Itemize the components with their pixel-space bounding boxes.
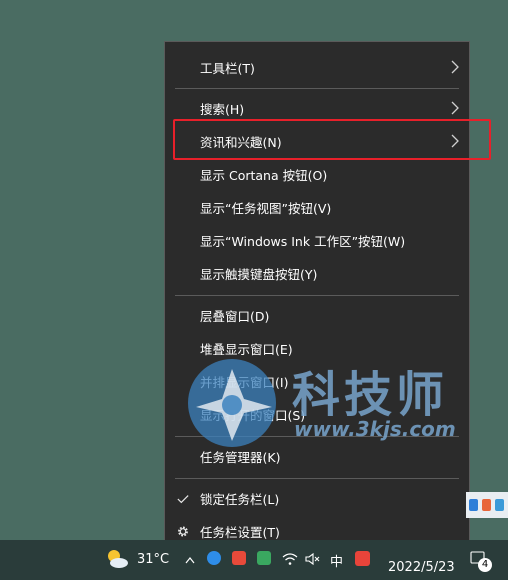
clock-date[interactable]: 2022/5/23 — [388, 560, 455, 575]
menu-item-label: 堆叠显示窗口(E) — [200, 342, 293, 357]
menu-item-cascade-windows[interactable]: 层叠窗口(D) — [165, 300, 469, 331]
menu-item-label: 任务栏设置(T) — [200, 525, 280, 540]
menu-item-label: 显示触摸键盘按钮(Y) — [200, 267, 318, 282]
menu-item-label: 显示“任务视图”按钮(V) — [200, 201, 332, 216]
menu-item-label: 显示“Windows Ink 工作区”按钮(W) — [200, 234, 406, 249]
menu-item-show-cortana-button[interactable]: 显示 Cortana 按钮(O) — [165, 159, 469, 190]
menu-item-stack-windows[interactable]: 堆叠显示窗口(E) — [165, 333, 469, 364]
checkmark-icon — [177, 495, 189, 504]
menu-item-side-by-side-windows[interactable]: 并排显示窗口(I) — [165, 366, 469, 397]
menu-item-label: 层叠窗口(D) — [200, 309, 270, 324]
menu-separator — [175, 88, 459, 89]
menu-item-label: 显示打开的窗口(S) — [200, 408, 306, 423]
menu-item-lock-taskbar[interactable]: 锁定任务栏(L) — [165, 483, 469, 514]
app-icon — [495, 499, 504, 511]
gear-icon — [178, 526, 188, 537]
menu-item-show-task-view-button[interactable]: 显示“任务视图”按钮(V) — [165, 192, 469, 223]
menu-item-label: 并排显示窗口(I) — [200, 375, 289, 390]
menu-item-label: 任务管理器(K) — [200, 450, 281, 465]
notification-count-badge: 4 — [478, 558, 492, 572]
taskbar-context-menu: 工具栏(T) 搜索(H) 资讯和兴趣(N) 显示 Cortana 按钮(O) 显… — [164, 41, 491, 556]
weather-temperature[interactable]: 31°C — [137, 552, 169, 567]
app-icon — [482, 499, 491, 511]
annotation-highlight-box — [173, 119, 491, 160]
tray-app-icon[interactable] — [257, 551, 271, 565]
desktop-app-icons — [466, 492, 508, 518]
tray-app-icon[interactable] — [232, 551, 246, 565]
weather-sun-cloud-icon[interactable] — [104, 548, 130, 570]
menu-separator — [175, 478, 459, 479]
volume-muted-icon[interactable] — [305, 552, 321, 566]
wifi-icon[interactable] — [282, 552, 298, 566]
menu-item-label: 搜索(H) — [200, 102, 245, 117]
menu-item-label: 工具栏(T) — [200, 61, 255, 76]
tray-app-icon[interactable] — [207, 551, 221, 565]
ime-indicator[interactable]: 中 — [330, 551, 343, 570]
menu-item-toolbars[interactable]: 工具栏(T) — [165, 52, 469, 83]
menu-item-label: 显示 Cortana 按钮(O) — [200, 168, 328, 183]
menu-item-task-manager[interactable]: 任务管理器(K) — [165, 441, 469, 472]
menu-separator — [175, 295, 459, 296]
menu-separator — [175, 436, 459, 437]
chevron-up-icon[interactable] — [185, 556, 195, 564]
chevron-right-icon — [451, 60, 459, 74]
menu-item-label: 锁定任务栏(L) — [200, 492, 280, 507]
menu-item-show-desktop[interactable]: 显示打开的窗口(S) — [165, 399, 469, 430]
menu-item-show-windows-ink-button[interactable]: 显示“Windows Ink 工作区”按钮(W) — [165, 225, 469, 256]
tray-app-icon[interactable] — [355, 551, 370, 566]
taskbar: 31°C 中 2022/5/23 4 — [0, 540, 508, 580]
menu-item-show-touch-keyboard-button[interactable]: 显示触摸键盘按钮(Y) — [165, 258, 469, 289]
chevron-right-icon — [451, 101, 459, 115]
app-icon — [469, 499, 478, 511]
